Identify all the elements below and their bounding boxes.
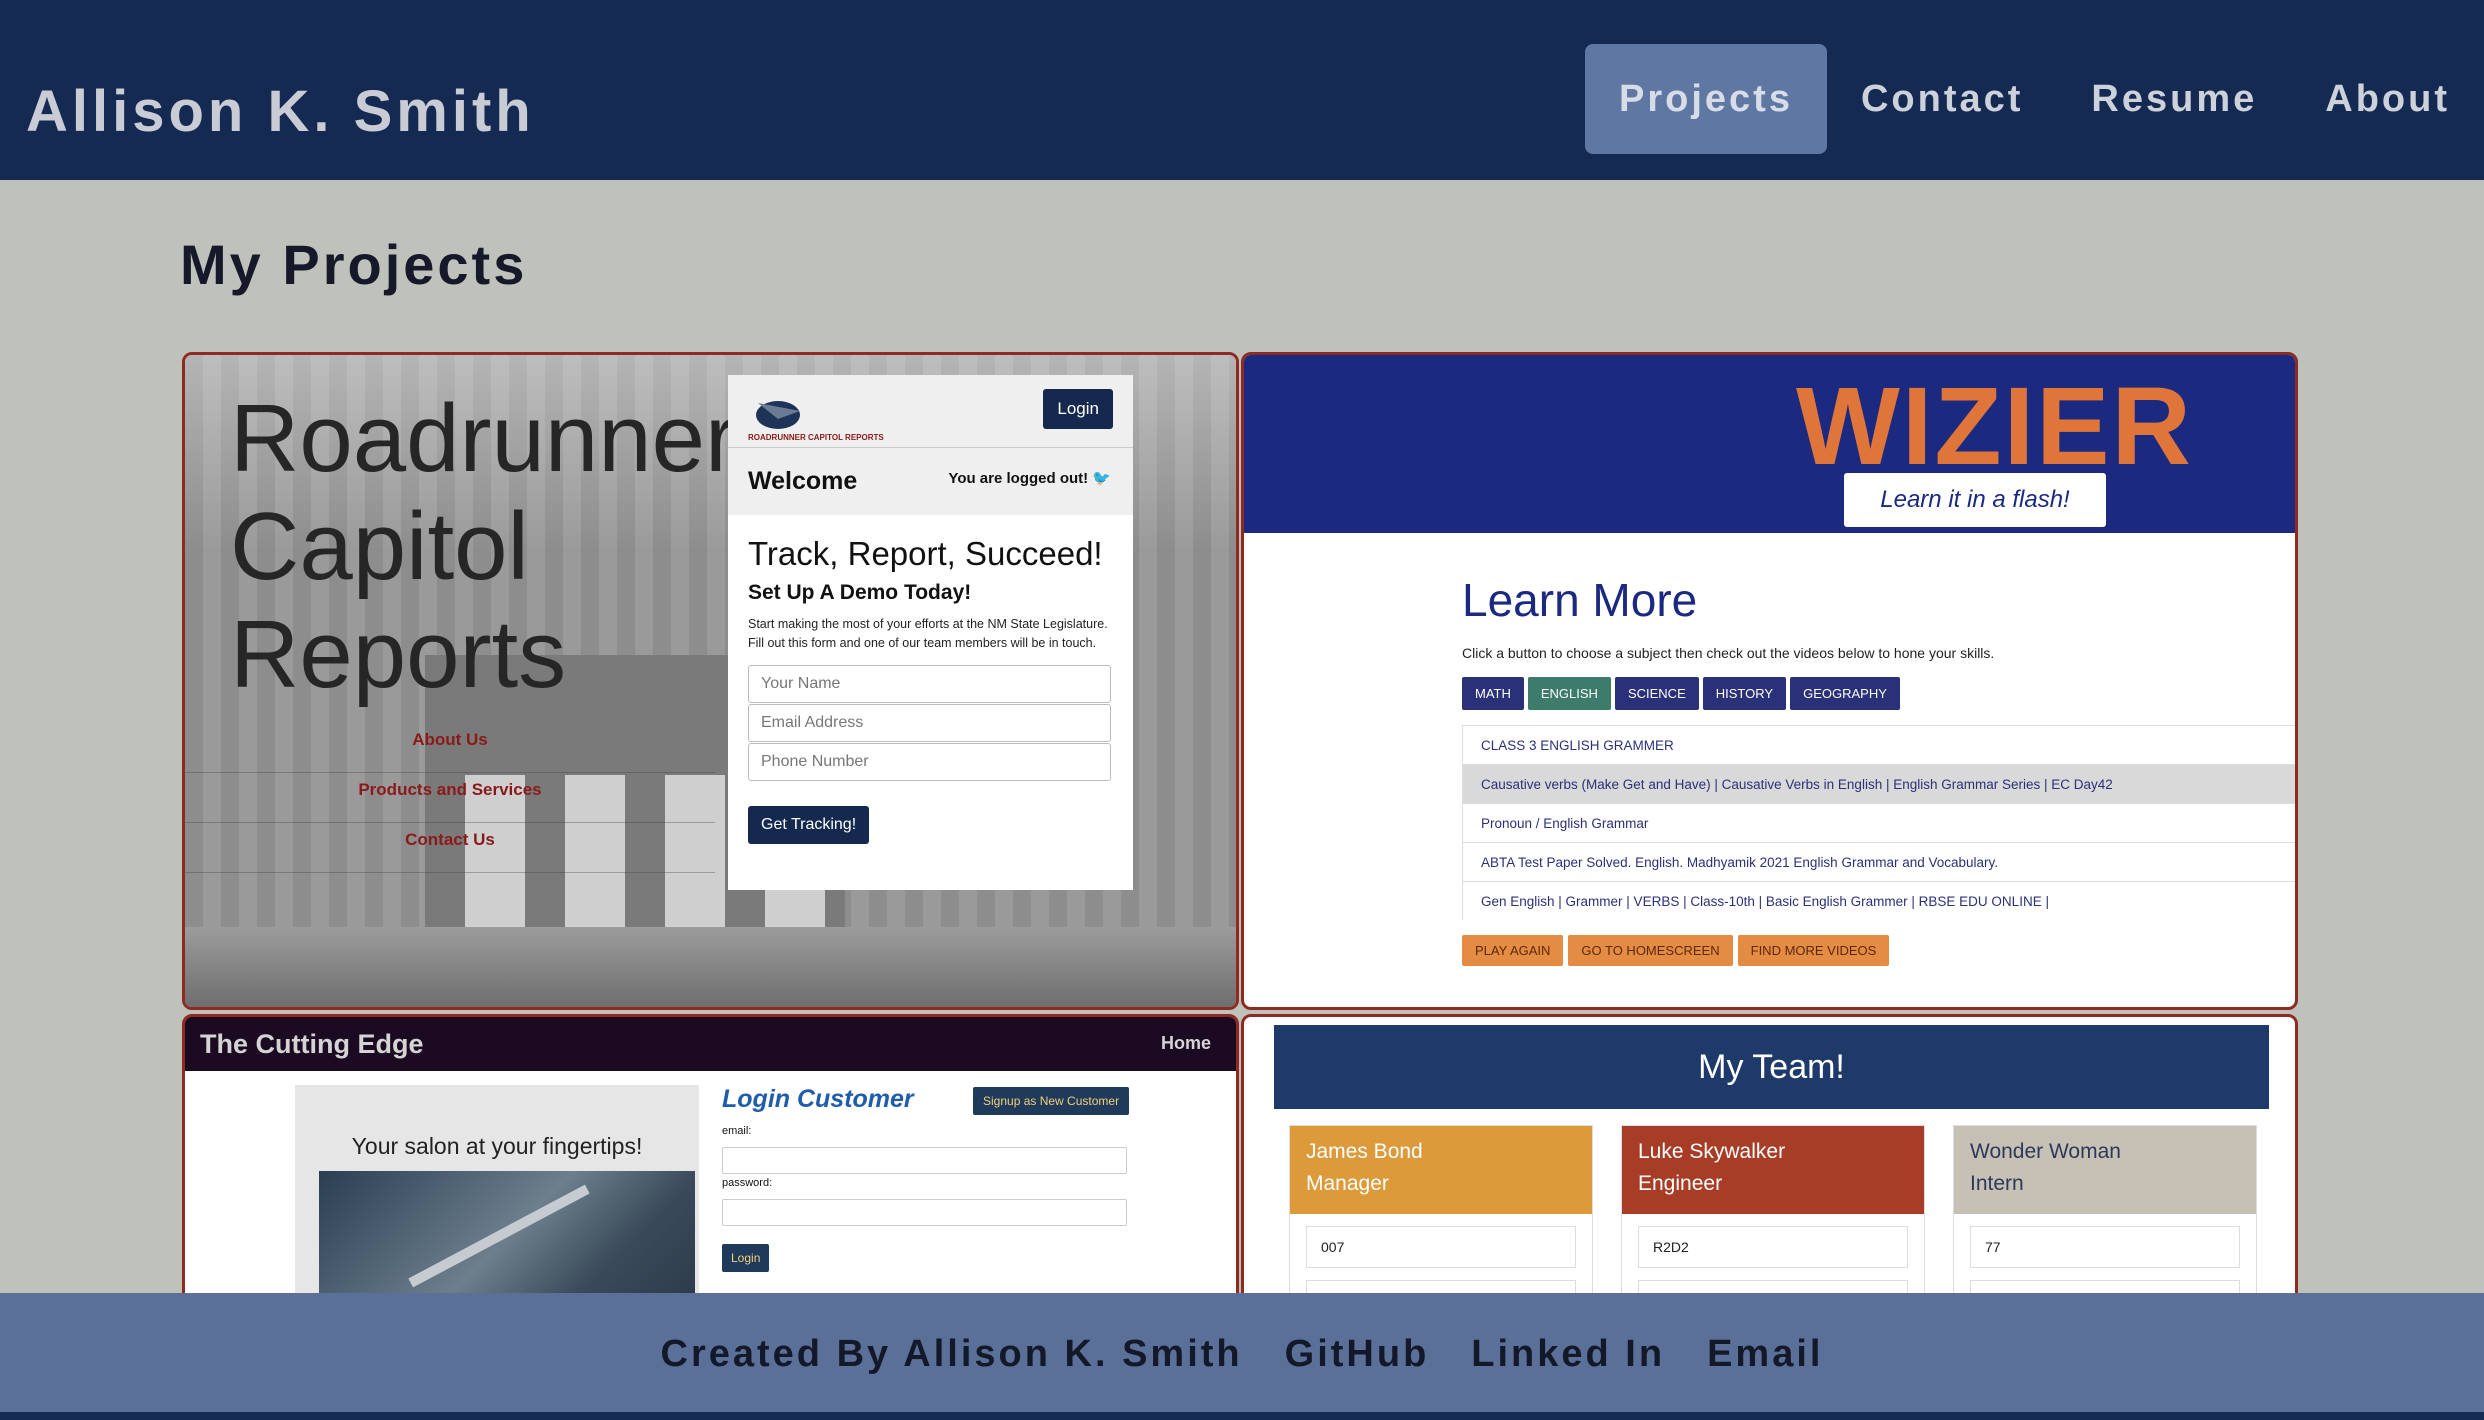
roadrunner-welcome: Welcome (748, 467, 858, 495)
main-nav: Projects Contact Resume About (1585, 44, 2484, 154)
roadrunner-body-text: Start making the most of your efforts at… (748, 617, 1108, 650)
subject-button-math[interactable]: MATH (1462, 677, 1524, 710)
nav-about[interactable]: About (2291, 44, 2484, 154)
video-list-item[interactable]: Gen English | Grammer | VERBS | Class-10… (1462, 881, 2295, 920)
roadrunner-link-contact[interactable]: Contact Us (185, 823, 715, 873)
signup-new-customer-button[interactable]: Signup as New Customer (973, 1087, 1130, 1115)
roadrunner-panel-header: ROADRUNNER CAPITOL REPORTS Login Welcome… (728, 375, 1133, 515)
play-again-button[interactable]: PLAY AGAIN (1462, 935, 1564, 966)
email-label: email: (722, 1125, 752, 1137)
project-card-wizier[interactable]: WIZIER Learn it in a flash! Learn More C… (1241, 352, 2298, 1010)
nav-projects[interactable]: Projects (1585, 44, 1827, 154)
team-member-name: Wonder Woman (1970, 1140, 2121, 1163)
roadrunner-nav: About Us Products and Services Contact U… (185, 723, 715, 873)
subject-buttons: MATH ENGLISH SCIENCE HISTORY GEOGRAPHY (1462, 677, 1900, 710)
video-list: CLASS 3 ENGLISH GRAMMER Causative verbs … (1462, 725, 2295, 920)
wizier-subtitle: Click a button to choose a subject then … (1462, 645, 1995, 661)
site-brand[interactable]: Allison K. Smith (26, 78, 535, 145)
team-member-role: Engineer (1638, 1172, 1723, 1195)
team-member-name: James Bond (1306, 1140, 1423, 1163)
wizier-banner: WIZIER Learn it in a flash! (1244, 355, 2295, 533)
roadrunner-subhead: Set Up A Demo Today! (748, 581, 972, 604)
get-tracking-button[interactable]: Get Tracking! (748, 806, 870, 844)
footer-linkedin-link[interactable]: Linked In (1471, 1333, 1665, 1376)
roadrunner-logo-icon (756, 401, 800, 429)
login-customer-title: Login Customer (722, 1085, 914, 1113)
team-member-code: 007 (1306, 1226, 1576, 1268)
video-list-item[interactable]: Pronoun / English Grammar (1462, 803, 2295, 842)
name-input[interactable]: Your Name (748, 665, 1111, 703)
cutting-edge-brand[interactable]: The Cutting Edge (200, 1029, 423, 1060)
roadrunner-link-about[interactable]: About Us (185, 723, 715, 773)
site-header: Allison K. Smith Projects Contact Resume… (0, 0, 2484, 180)
phone-input[interactable]: Phone Number (748, 743, 1111, 781)
team-member-header: Luke Skywalker Engineer (1622, 1126, 1924, 1214)
cutting-edge-home-link[interactable]: Home (1161, 1033, 1211, 1054)
roadrunner-title: Roadrunner Capitol Reports (230, 385, 737, 708)
email-input[interactable]: Email Address (748, 704, 1111, 742)
subject-button-science[interactable]: SCIENCE (1614, 677, 1699, 710)
password-label: password: (722, 1177, 773, 1189)
find-more-videos-button[interactable]: FIND MORE VIDEOS (1737, 935, 1890, 966)
team-member-code: R2D2 (1638, 1226, 1908, 1268)
customer-email-input[interactable] (722, 1147, 1127, 1174)
footer-github-link[interactable]: GitHub (1285, 1333, 1430, 1376)
video-list-item[interactable]: ABTA Test Paper Solved. English. Madhyam… (1462, 842, 2295, 881)
team-member-name: Luke Skywalker (1638, 1140, 1786, 1163)
footer-credit: Created By Allison K. Smith (660, 1333, 1243, 1375)
cutting-edge-navbar: The Cutting Edge Home (185, 1017, 1236, 1071)
roadrunner-panel: ROADRUNNER CAPITOL REPORTS Login Welcome… (728, 375, 1133, 890)
roadrunner-logo-text: ROADRUNNER CAPITOL REPORTS (748, 433, 884, 442)
footer-email-link[interactable]: Email (1707, 1333, 1823, 1376)
project-card-roadrunner[interactable]: Roadrunner Capitol Reports About Us Prod… (182, 352, 1239, 1010)
team-member-role: Manager (1306, 1172, 1389, 1195)
roadrunner-bird-icon: 🐦 (1092, 470, 1111, 487)
subject-button-english[interactable]: ENGLISH (1527, 677, 1611, 710)
cutting-edge-tagline: Your salon at your fingertips! (351, 1133, 643, 1159)
customer-login-button[interactable]: Login (722, 1244, 770, 1272)
footer-bottom-bar (0, 1412, 2484, 1420)
divider (728, 447, 1133, 448)
roadrunner-headline: Track, Report, Succeed! (748, 535, 1103, 572)
roadrunner-logged-out-status: You are logged out! 🐦 (948, 470, 1111, 487)
subject-button-history[interactable]: HISTORY (1702, 677, 1787, 710)
nav-resume[interactable]: Resume (2057, 44, 2291, 154)
wizier-tagline: Learn it in a flash! (1844, 473, 2106, 527)
subject-button-geography[interactable]: GEOGRAPHY (1790, 677, 1900, 710)
my-team-title: My Team! (1274, 1025, 2269, 1109)
video-list-item[interactable]: CLASS 3 ENGLISH GRAMMER (1462, 725, 2295, 764)
roadrunner-link-products[interactable]: Products and Services (185, 773, 715, 823)
team-member-role: Intern (1970, 1172, 2024, 1195)
page-title: My Projects (180, 233, 528, 296)
nav-contact[interactable]: Contact (1827, 44, 2057, 154)
wizier-actions: PLAY AGAIN GO TO HOMESCREEN FIND MORE VI… (1462, 935, 1890, 966)
site-footer: Created By Allison K. Smith GitHub Linke… (0, 1293, 2484, 1420)
roadrunner-login-button[interactable]: Login (1043, 389, 1113, 429)
wizier-logo: WIZIER (1796, 365, 2193, 488)
team-member-header: Wonder Woman Intern (1954, 1126, 2256, 1214)
footer-links: Created By Allison K. Smith GitHub Linke… (0, 1333, 2484, 1376)
go-to-homescreen-button[interactable]: GO TO HOMESCREEN (1568, 935, 1733, 966)
team-member-header: James Bond Manager (1290, 1126, 1592, 1214)
wizier-title: Learn More (1462, 574, 1698, 626)
team-member-code: 77 (1970, 1226, 2240, 1268)
ground-image (185, 927, 1236, 1007)
video-list-item[interactable]: Causative verbs (Make Get and Have) | Ca… (1462, 764, 2295, 803)
customer-password-input[interactable] (722, 1199, 1127, 1226)
